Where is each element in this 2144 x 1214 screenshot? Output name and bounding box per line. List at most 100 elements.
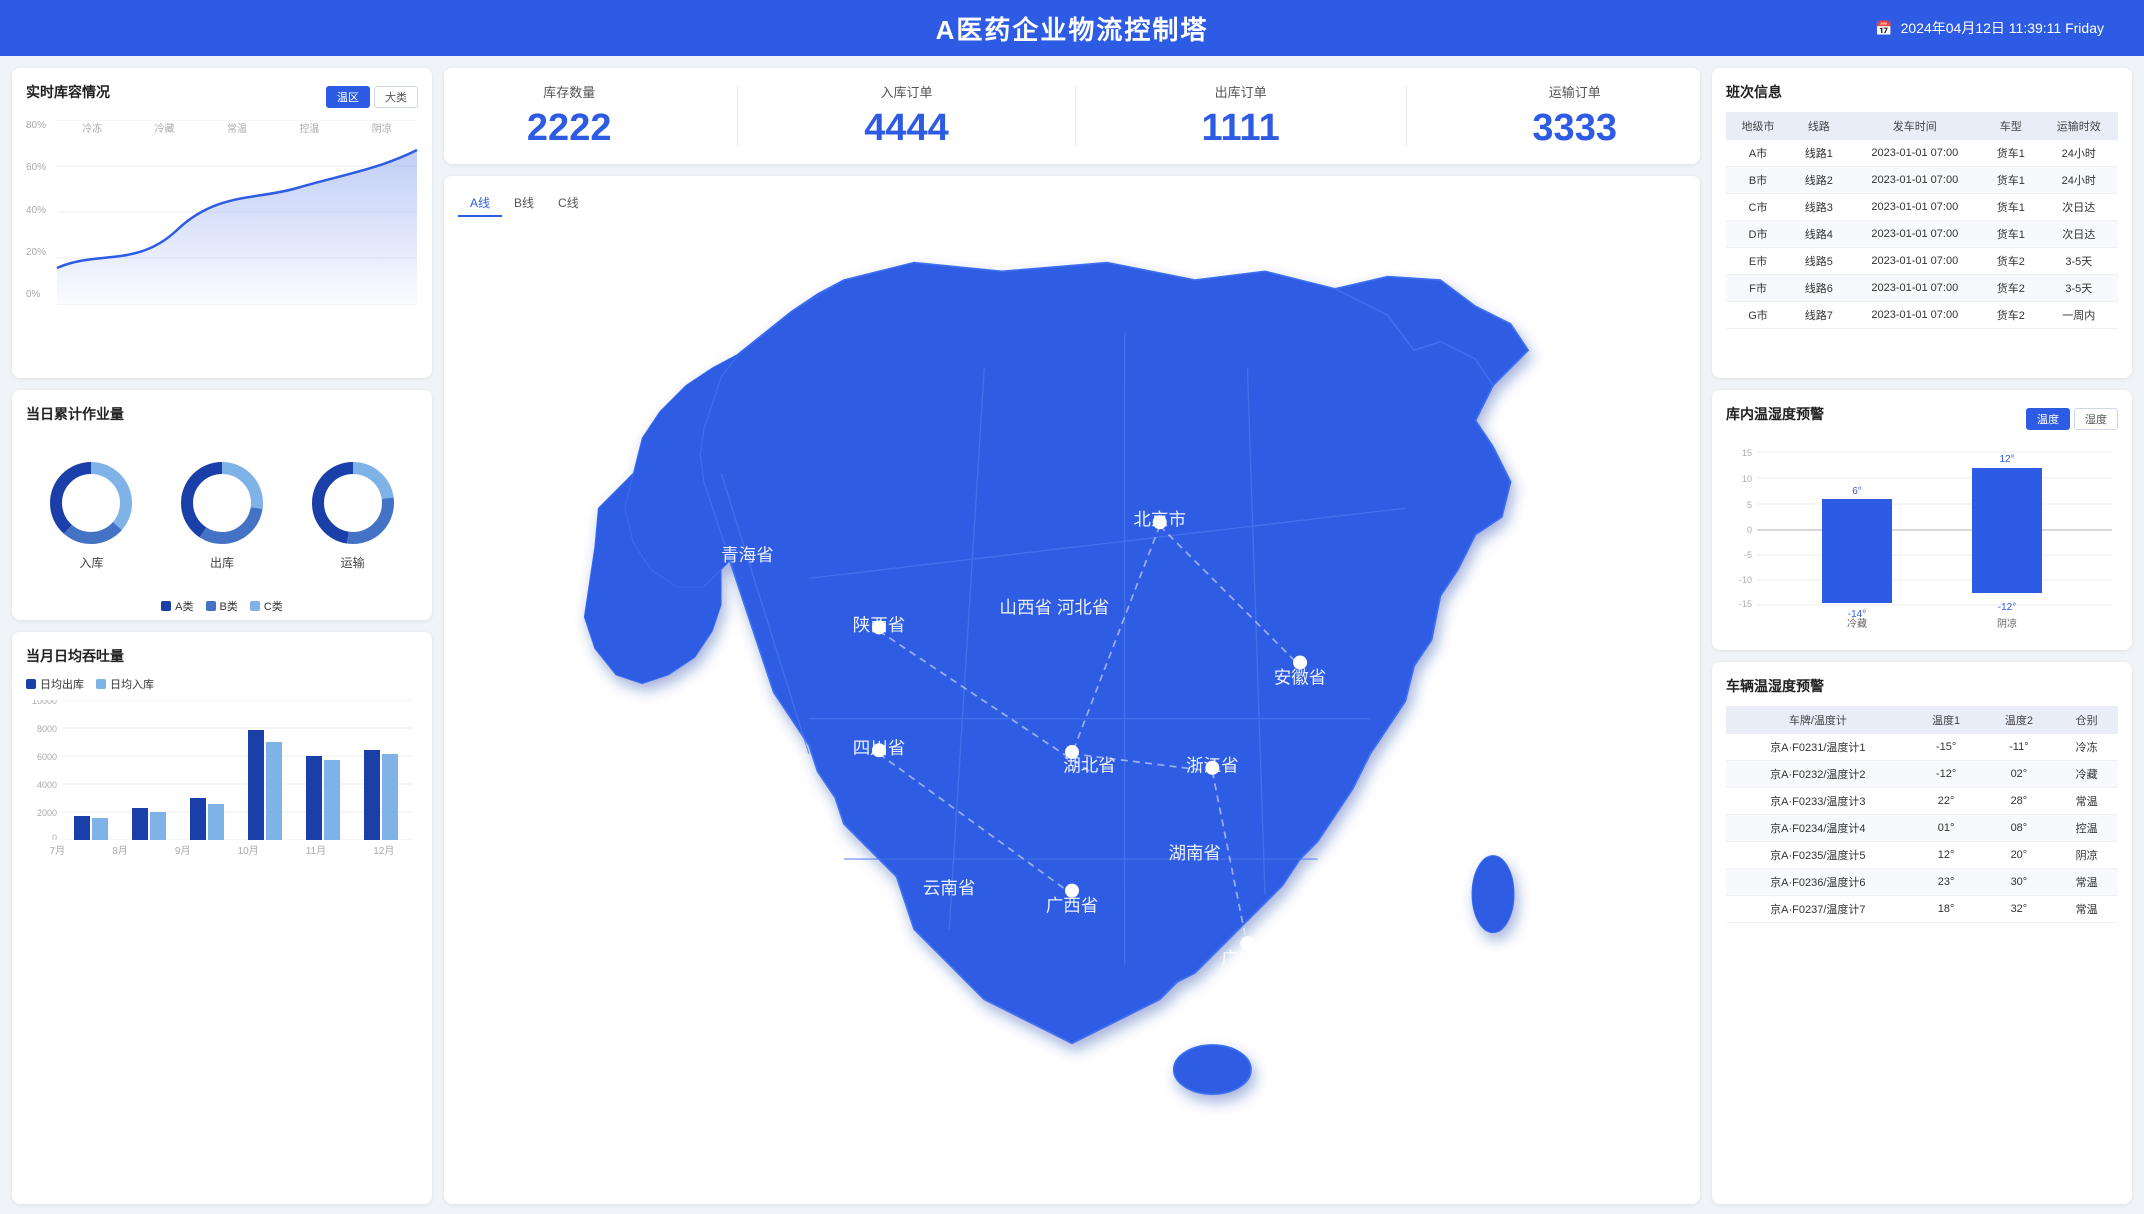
vehicle-temp-title: 车辆温湿度预警 bbox=[1726, 676, 2118, 696]
legend-dot-inbound bbox=[96, 679, 106, 689]
route-header-time: 发车时间 bbox=[1848, 112, 1982, 140]
svg-text:15: 15 bbox=[1742, 448, 1752, 458]
daily-bar-svg: 10000 8000 6000 4000 2000 0 bbox=[26, 700, 418, 840]
route-row: C市 线路3 2023-01-01 07:00 货车1 次日达 bbox=[1726, 194, 2118, 221]
stat-outbound: 出库订单 1111 bbox=[1201, 82, 1279, 150]
vehicle-plate: 京A·F0236/温度计6 bbox=[1726, 869, 1910, 896]
svg-text:阴凉: 阴凉 bbox=[1997, 617, 2017, 630]
legend-dot-b bbox=[206, 601, 216, 611]
route-time: 2023-01-01 07:00 bbox=[1848, 221, 1982, 248]
calendar-icon: 📅 bbox=[1875, 20, 1892, 37]
vehicle-type: 控温 bbox=[2055, 815, 2118, 842]
svg-text:8000: 8000 bbox=[37, 724, 57, 734]
map-tab-b[interactable]: B线 bbox=[502, 190, 546, 217]
temp-chart: 15 10 5 0 -5 -10 -15 bbox=[1726, 442, 2118, 632]
vehicle-header-type: 仓别 bbox=[2055, 706, 2118, 734]
legend-dot-a bbox=[161, 601, 171, 611]
stat-inventory-label: 库存数量 bbox=[527, 82, 612, 101]
vehicle-plate: 京A·F0233/温度计3 bbox=[1726, 788, 1910, 815]
vehicle-row: 京A·F0236/温度计6 23° 30° 常温 bbox=[1726, 869, 2118, 896]
route-duration: 一周内 bbox=[2040, 302, 2118, 329]
donut-outbound-chart bbox=[177, 458, 267, 548]
inventory-title: 实时库容情况 bbox=[26, 82, 110, 102]
tag-temperature[interactable]: 温度 bbox=[2026, 408, 2070, 430]
vehicle-table: 车牌/温度计 温度1 温度2 仓别 京A·F0231/温度计1 -15° -11… bbox=[1726, 706, 2118, 923]
vehicle-header-plate: 车牌/温度计 bbox=[1726, 706, 1910, 734]
svg-text:0: 0 bbox=[52, 833, 57, 840]
vehicle-plate: 京A·F0231/温度计1 bbox=[1726, 734, 1910, 761]
route-city: A市 bbox=[1726, 140, 1790, 167]
china-map-svg: 青海省 四川省 陕西省 山西省 河北省 北京市 湖北省 云南省 广西省 浙江省 … bbox=[458, 225, 1686, 1195]
route-car: 货车1 bbox=[1982, 140, 2040, 167]
legend-label-inbound: 日均入库 bbox=[110, 676, 154, 692]
svg-text:湖南省: 湖南省 bbox=[1169, 843, 1222, 863]
svg-text:6000: 6000 bbox=[37, 752, 57, 762]
stat-inbound: 入库订单 4444 bbox=[864, 82, 949, 150]
route-header-car: 车型 bbox=[1982, 112, 2040, 140]
tag-wenqu[interactable]: 温区 bbox=[326, 86, 370, 108]
legend-c: C类 bbox=[250, 598, 283, 614]
route-car: 货车1 bbox=[1982, 194, 2040, 221]
donut-transport-label: 运输 bbox=[341, 554, 365, 571]
warehouse-temp-title: 库内温湿度预警 bbox=[1726, 404, 1824, 424]
vehicle-t2: 20° bbox=[1983, 842, 2056, 869]
vehicle-type: 冷藏 bbox=[2055, 761, 2118, 788]
svg-text:2000: 2000 bbox=[37, 808, 57, 818]
svg-text:10000: 10000 bbox=[32, 700, 57, 706]
route-time: 2023-01-01 07:00 bbox=[1848, 275, 1982, 302]
legend-dot-c bbox=[250, 601, 260, 611]
stat-divider-1 bbox=[737, 86, 738, 146]
route-car: 货车1 bbox=[1982, 167, 2040, 194]
route-city: E市 bbox=[1726, 248, 1790, 275]
svg-text:广东省: 广东省 bbox=[1221, 948, 1274, 968]
svg-text:-15: -15 bbox=[1739, 599, 1752, 609]
route-header-route: 线路 bbox=[1790, 112, 1848, 140]
warehouse-temp-card: 库内温湿度预警 温度 湿度 15 10 5 0 -5 -10 -15 bbox=[1712, 390, 2132, 650]
daily-bar-chart: 10000 8000 6000 4000 2000 0 bbox=[26, 700, 418, 840]
page-title: A医药企业物流控制塔 bbox=[936, 10, 1209, 47]
route-route: 线路4 bbox=[1790, 221, 1848, 248]
route-table: 地级市 线路 发车时间 车型 运输时效 A市 线路1 2023-01-01 07… bbox=[1726, 112, 2118, 329]
tag-humidity[interactable]: 湿度 bbox=[2074, 408, 2118, 430]
stat-outbound-label: 出库订单 bbox=[1201, 82, 1279, 101]
route-card: 班次信息 地级市 线路 发车时间 车型 运输时效 A市 线路1 2023-01-… bbox=[1712, 68, 2132, 378]
tag-dalei[interactable]: 大类 bbox=[374, 86, 418, 108]
route-row: G市 线路7 2023-01-01 07:00 货车2 一周内 bbox=[1726, 302, 2118, 329]
daily-legend: 日均出库 日均入库 bbox=[26, 676, 418, 692]
route-city: C市 bbox=[1726, 194, 1790, 221]
vehicle-type: 常温 bbox=[2055, 788, 2118, 815]
route-city: F市 bbox=[1726, 275, 1790, 302]
vehicle-type: 常温 bbox=[2055, 896, 2118, 923]
vehicle-plate: 京A·F0232/温度计2 bbox=[1726, 761, 1910, 788]
vehicle-header-t1: 温度1 bbox=[1910, 706, 1983, 734]
stat-inbound-value: 4444 bbox=[864, 107, 949, 150]
vehicle-plate: 京A·F0234/温度计4 bbox=[1726, 815, 1910, 842]
svg-text:云南省: 云南省 bbox=[923, 878, 976, 898]
inventory-chart: 80%60%40%20%0% bbox=[26, 120, 418, 350]
legend-label-c: C类 bbox=[264, 598, 283, 614]
donut-inbound-label: 入库 bbox=[79, 554, 103, 571]
datetime-text: 2024年04月12日 11:39:11 Friday bbox=[1901, 18, 2104, 38]
temp-chart-svg: 15 10 5 0 -5 -10 -15 bbox=[1726, 442, 2118, 632]
warehouse-temp-header: 库内温湿度预警 温度 湿度 bbox=[1726, 404, 2118, 434]
inventory-header: 实时库容情况 温区 大类 bbox=[26, 82, 418, 112]
donut-inbound: 入库 bbox=[46, 458, 136, 571]
legend-label-a: A类 bbox=[175, 598, 193, 614]
header-datetime: 📅 2024年04月12日 11:39:11 Friday bbox=[1875, 18, 2104, 38]
main-content: 实时库容情况 温区 大类 80%60%40%20%0% bbox=[0, 56, 2144, 1214]
stat-transport-value: 3333 bbox=[1532, 107, 1617, 150]
map-card: A线 B线 C线 bbox=[444, 176, 1700, 1204]
route-header-city: 地级市 bbox=[1726, 112, 1790, 140]
vehicle-row: 京A·F0235/温度计5 12° 20° 阴凉 bbox=[1726, 842, 2118, 869]
legend-label-b: B类 bbox=[220, 598, 238, 614]
inventory-line-chart bbox=[56, 120, 418, 305]
map-tab-a[interactable]: A线 bbox=[458, 190, 502, 217]
temp-tag-group: 温度 湿度 bbox=[2026, 408, 2118, 430]
svg-text:-10: -10 bbox=[1739, 575, 1752, 585]
map-tab-c[interactable]: C线 bbox=[546, 190, 591, 217]
vehicle-t1: 12° bbox=[1910, 842, 1983, 869]
vehicle-type: 阴凉 bbox=[2055, 842, 2118, 869]
legend-outbound: 日均出库 bbox=[26, 676, 84, 692]
stat-outbound-value: 1111 bbox=[1201, 107, 1279, 150]
svg-text:青海省: 青海省 bbox=[721, 545, 774, 565]
